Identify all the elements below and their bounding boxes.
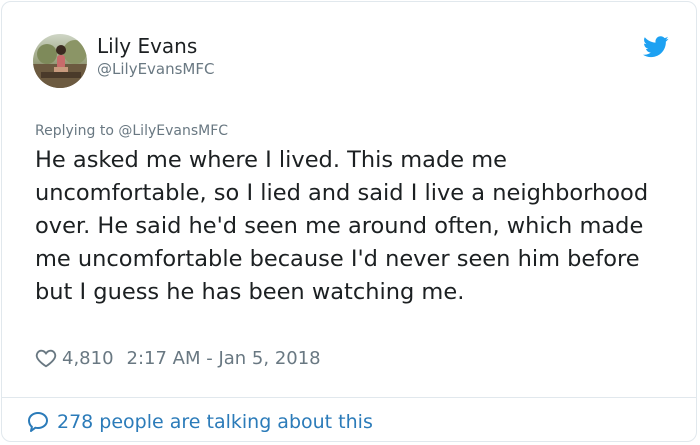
heart-icon[interactable] xyxy=(35,347,57,369)
tweet-timestamp[interactable]: 2:17 AM - Jan 5, 2018 xyxy=(127,348,321,369)
conversation-link[interactable]: 278 people are talking about this xyxy=(26,409,373,435)
like-count[interactable]: 4,810 xyxy=(62,348,114,369)
avatar-image xyxy=(33,34,87,88)
tweet-meta: 4,810 2:17 AM - Jan 5, 2018 xyxy=(35,346,321,370)
user-handle[interactable]: @LilyEvansMFC xyxy=(97,59,214,79)
display-name[interactable]: Lily Evans xyxy=(97,34,197,58)
conversation-label: 278 people are talking about this xyxy=(57,411,373,433)
divider xyxy=(2,397,696,398)
speech-bubble-icon xyxy=(28,412,48,432)
replying-to[interactable]: Replying to @LilyEvansMFC xyxy=(35,121,228,141)
tweet-card: Lily Evans @LilyEvansMFC Replying to @Li… xyxy=(1,1,697,442)
tweet-text: He asked me where I lived. This made me … xyxy=(35,147,649,305)
avatar[interactable] xyxy=(33,34,87,88)
twitter-bird-icon[interactable] xyxy=(643,36,669,58)
